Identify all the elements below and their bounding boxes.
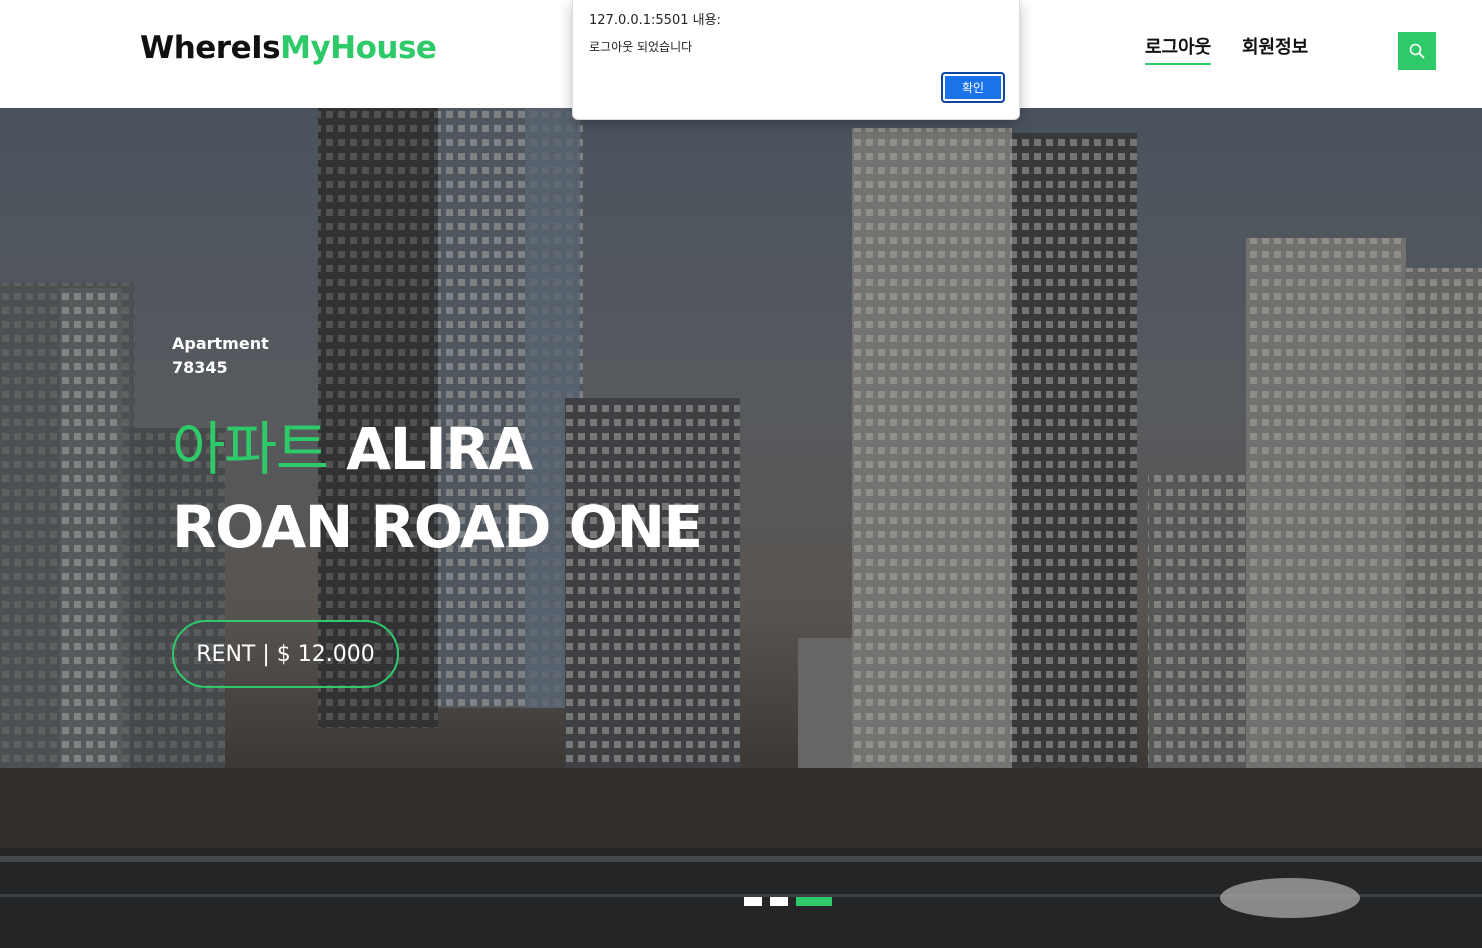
nav-member-info[interactable]: 회원정보	[1242, 33, 1308, 63]
brand-prefix: WhereIs	[140, 30, 281, 66]
alert-origin: 127.0.0.1:5501 내용:	[589, 13, 721, 28]
carousel-dot-2[interactable]	[770, 897, 788, 906]
brand-logo[interactable]: WhereIsMyHouse	[140, 30, 437, 66]
hero-title: 아파트 ALIRA ROAN ROAD ONE	[172, 410, 792, 566]
alert-dialog: 127.0.0.1:5501 내용: 로그아웃 되었습니다 확인	[572, 0, 1020, 120]
hero-title-line2: ROAN ROAD ONE	[172, 493, 703, 561]
nav-logout[interactable]: 로그아웃	[1145, 33, 1212, 65]
hero-subtitle: Apartment 78345	[172, 332, 269, 380]
hero-title-line1: ALIRA	[327, 415, 533, 483]
brand-accent: MyHouse	[280, 30, 437, 66]
hero-subtitle-code: 78345	[172, 358, 228, 377]
search-button[interactable]	[1398, 32, 1436, 70]
hero-subtitle-type: Apartment	[172, 334, 269, 353]
hero-carousel: Apartment 78345 아파트 ALIRA ROAN ROAD ONE R…	[0, 108, 1482, 948]
carousel-dot-1[interactable]	[744, 897, 762, 906]
alert-ok-button[interactable]: 확인	[941, 72, 1005, 103]
search-icon	[1409, 43, 1425, 59]
carousel-indicators	[744, 897, 832, 906]
alert-message: 로그아웃 되었습니다	[589, 40, 693, 54]
price-button[interactable]: RENT | $ 12.000	[172, 620, 399, 688]
hero-title-accent: 아파트	[172, 415, 329, 483]
carousel-dot-3[interactable]	[796, 897, 832, 906]
